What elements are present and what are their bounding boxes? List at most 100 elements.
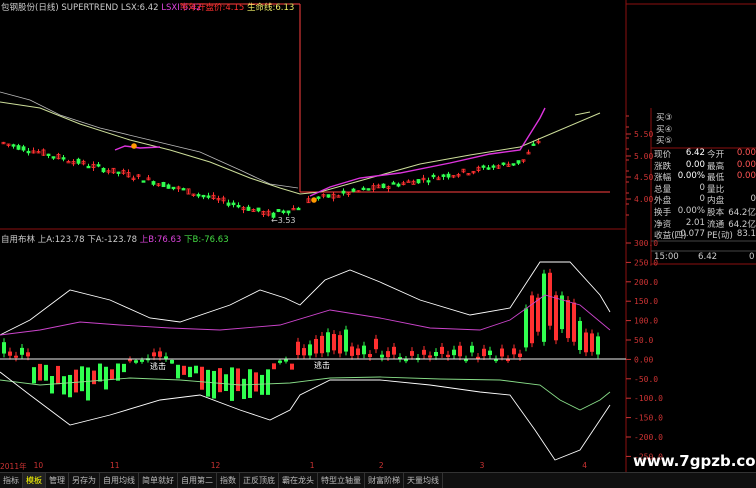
candle bbox=[61, 157, 66, 160]
indicator-tab[interactable]: 霸在龙头 bbox=[279, 473, 318, 488]
quote-panel: 现价 6.42 今开 0.00 涨跌 0.00 最高 0.00 涨幅 0.00% 最低 0.00 总量 0… bbox=[651, 148, 756, 264]
time-axis-label: 3 bbox=[479, 461, 485, 470]
osc-bar bbox=[452, 349, 456, 356]
candle bbox=[231, 202, 236, 206]
candle bbox=[206, 195, 211, 198]
supertrend-line bbox=[309, 107, 546, 197]
candle bbox=[161, 181, 166, 188]
osc-bar bbox=[458, 345, 462, 357]
osc-bar bbox=[314, 338, 318, 354]
osc-bar bbox=[212, 370, 216, 399]
buy-marker-icon bbox=[131, 143, 137, 149]
candle bbox=[86, 165, 91, 169]
indicator-tab[interactable]: 模板 bbox=[23, 473, 46, 488]
indicator-tab[interactable]: 特型立轴量 bbox=[318, 473, 365, 488]
indicator-tab[interactable]: 管理 bbox=[46, 473, 69, 488]
quote-label: 内盘 bbox=[707, 196, 725, 207]
osc-bar bbox=[422, 349, 426, 355]
osc-bar bbox=[26, 352, 30, 357]
osc-bar bbox=[140, 359, 144, 362]
osc-bar bbox=[92, 370, 96, 385]
quote-value: 64.2亿 bbox=[728, 208, 756, 218]
quote-value: 6.42 bbox=[685, 148, 705, 158]
quote-row: 收益(四) 0.077 PE(动) 83.1 bbox=[651, 229, 756, 241]
candle bbox=[16, 145, 21, 150]
time-axis-label: 10 bbox=[33, 461, 44, 470]
half-year-label: 半年开盘价: bbox=[180, 3, 226, 13]
sa-label: 上A: bbox=[37, 235, 55, 245]
osc-bar bbox=[236, 368, 240, 392]
osc-bar bbox=[266, 369, 270, 395]
signal-label: 逃击 bbox=[314, 361, 330, 370]
osc-bar bbox=[362, 345, 366, 355]
indicator-tab[interactable]: 简单就好 bbox=[139, 473, 178, 488]
indicator-tab[interactable]: 指标 bbox=[0, 473, 23, 488]
osc-axis-label: -100.0 bbox=[634, 394, 663, 403]
indicator-tab[interactable]: 另存为 bbox=[69, 473, 100, 488]
candle bbox=[46, 153, 51, 156]
osc-bar bbox=[434, 352, 438, 357]
quote-value: 0.00% bbox=[677, 206, 705, 216]
candle bbox=[256, 207, 261, 212]
quote-label: 外盘 bbox=[654, 196, 672, 207]
candle bbox=[166, 184, 171, 189]
candle bbox=[101, 167, 106, 173]
osc-bar bbox=[80, 366, 84, 392]
candle bbox=[351, 188, 356, 192]
osc-bar bbox=[440, 346, 444, 354]
osc-bar bbox=[320, 335, 324, 354]
quote-row: 换手 0.00% 股本 64.2亿 bbox=[651, 206, 756, 218]
osc-bar bbox=[224, 374, 228, 391]
quote-label: 净资 bbox=[654, 219, 672, 230]
lsx-label: LSX: bbox=[120, 3, 140, 13]
osc-bar bbox=[116, 363, 120, 381]
osc-bar bbox=[326, 332, 330, 353]
top-indicator-header-2: 半年开盘价:4.15 生命线:6.13 bbox=[180, 1, 294, 13]
candle bbox=[481, 165, 486, 168]
osc-bar bbox=[356, 348, 360, 356]
osc-bar bbox=[8, 351, 12, 356]
osc-bar bbox=[386, 351, 390, 358]
candle bbox=[201, 194, 206, 198]
candle bbox=[26, 150, 31, 154]
upper-band-b bbox=[0, 294, 611, 336]
osc-bar bbox=[278, 360, 282, 363]
candle bbox=[116, 171, 121, 174]
candle bbox=[286, 210, 291, 214]
osc-bar bbox=[332, 334, 336, 351]
quote-value: 0.00 bbox=[685, 159, 705, 170]
osc-bar bbox=[374, 338, 378, 350]
order-book-row: 买③ bbox=[656, 113, 673, 123]
indicator-tab[interactable]: 自用均线 bbox=[100, 473, 139, 488]
osc-bar bbox=[248, 369, 252, 398]
osc-bar bbox=[2, 342, 6, 354]
osc-bar bbox=[392, 346, 396, 355]
quote-label: 涨跌 bbox=[654, 161, 672, 172]
quote-row: 外盘 0 内盘 0 bbox=[651, 194, 756, 206]
quote-row: 涨幅 0.00% 最低 0.00 bbox=[651, 171, 756, 183]
osc-bar bbox=[62, 376, 66, 395]
quote-value: 0 bbox=[750, 194, 756, 205]
osc-bar bbox=[32, 367, 36, 384]
indicator-tab[interactable]: 天量均线 bbox=[404, 473, 443, 488]
sb-value: 76.63 bbox=[156, 235, 182, 245]
indicator-tab[interactable]: 自用第二 bbox=[178, 473, 217, 488]
osc-bar bbox=[572, 302, 576, 342]
osc-bar bbox=[500, 348, 504, 357]
bottom-indicator-header: 自用布林 上A:123.78 下A:-123.78 上B:76.63 下B:-7… bbox=[1, 233, 229, 245]
indicator-tab[interactable]: 正反顶底 bbox=[240, 473, 279, 488]
time-axis-label: 12 bbox=[210, 461, 221, 470]
indicator-tab[interactable]: 指数 bbox=[217, 473, 240, 488]
xa-label: 下A: bbox=[87, 235, 105, 245]
osc-bar bbox=[242, 378, 246, 400]
osc-axis-label: -150.0 bbox=[634, 414, 663, 423]
quote-label: 股本 bbox=[707, 208, 725, 218]
candle bbox=[226, 202, 231, 206]
indicator-tab-bar: 指标 模板 管理 另存为 自用均线 简单就好 自用第二 指数 正反顶底 霸在龙头 特型立轴量 财富阶梯… bbox=[0, 472, 756, 488]
indicator-tab[interactable]: 财富阶梯 bbox=[365, 473, 404, 488]
lower-band-a bbox=[0, 371, 611, 461]
candle bbox=[236, 204, 241, 208]
osc-bar bbox=[410, 351, 414, 356]
candle bbox=[181, 188, 186, 191]
osc-bar bbox=[542, 273, 546, 342]
